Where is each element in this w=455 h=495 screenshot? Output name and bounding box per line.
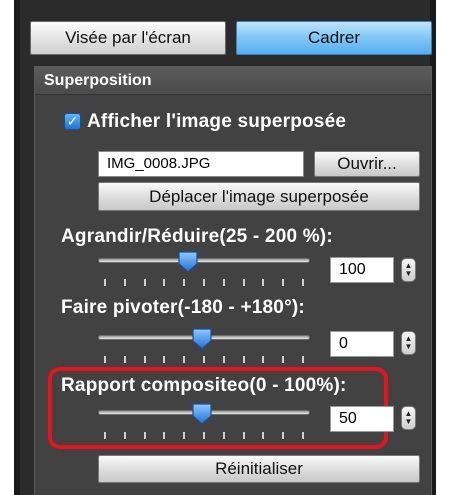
tick-mark: [222, 356, 225, 363]
tick-mark: [242, 432, 245, 439]
tick-mark: [143, 279, 146, 286]
scale-ticks: [104, 279, 304, 286]
checkmark-icon: ✓: [66, 113, 79, 129]
tick-mark: [282, 356, 285, 363]
tick-mark: [104, 279, 106, 286]
tick-mark: [123, 279, 126, 286]
tick-mark: [143, 356, 146, 363]
tick-mark: [262, 432, 265, 439]
composite-label: Rapport compositeo(0 - 100%):: [61, 375, 347, 396]
tick-mark: [302, 279, 304, 286]
tick-mark: [242, 279, 245, 286]
scale-value-input[interactable]: 100: [330, 257, 394, 283]
move-overlay-button[interactable]: Déplacer l'image superposée: [98, 182, 420, 211]
tick-mark: [262, 356, 265, 363]
tick-mark: [163, 356, 166, 363]
tick-mark: [104, 356, 106, 363]
rotate-ticks: [104, 356, 304, 363]
rotate-label: Faire pivoter(-180 - +180°):: [61, 297, 305, 318]
scale-label: Agrandir/Réduire(25 - 200 %):: [61, 226, 333, 247]
tick-mark: [163, 279, 166, 286]
panel-title: Superposition: [35, 67, 431, 95]
frame-button[interactable]: Cadrer: [236, 21, 432, 55]
composite-value-input[interactable]: 50: [330, 406, 394, 432]
reset-button[interactable]: Réinitialiser: [98, 455, 420, 483]
scale-slider-thumb[interactable]: [177, 250, 199, 274]
tick-mark: [222, 279, 225, 286]
scale-slider-track[interactable]: [98, 258, 310, 263]
tick-mark: [203, 356, 205, 363]
composite-slider-thumb[interactable]: [191, 402, 213, 426]
live-view-button[interactable]: Visée par l'écran: [30, 21, 226, 55]
tick-mark: [123, 356, 126, 363]
tick-mark: [183, 432, 186, 439]
tick-mark: [123, 432, 126, 439]
composite-ticks: [104, 432, 304, 439]
tick-mark: [242, 356, 245, 363]
tick-mark: [143, 432, 146, 439]
rotate-stepper[interactable]: ▲ ▼: [401, 331, 416, 355]
scale-stepper[interactable]: ▲ ▼: [401, 258, 416, 282]
tick-mark: [222, 432, 225, 439]
up-down-arrows-icon: ▲ ▼: [404, 334, 413, 351]
tick-mark: [183, 279, 186, 286]
tick-mark: [302, 356, 304, 363]
tick-mark: [282, 432, 285, 439]
up-down-arrows-icon: ▲ ▼: [404, 409, 413, 426]
rotate-slider-thumb[interactable]: [191, 327, 213, 351]
tick-mark: [163, 432, 166, 439]
overlay-file-field[interactable]: IMG_0008.JPG: [98, 151, 304, 177]
show-overlay-checkbox[interactable]: ✓: [64, 113, 81, 130]
tick-mark: [104, 432, 106, 439]
tick-mark: [203, 432, 205, 439]
composite-stepper[interactable]: ▲ ▼: [401, 406, 416, 430]
up-down-arrows-icon: ▲ ▼: [404, 261, 413, 278]
show-overlay-label: Afficher l'image superposée: [87, 111, 347, 132]
tick-mark: [262, 279, 265, 286]
tick-mark: [203, 279, 205, 286]
tick-mark: [183, 356, 186, 363]
rotate-value-input[interactable]: 0: [330, 331, 394, 357]
tick-mark: [282, 279, 285, 286]
open-button[interactable]: Ouvrir...: [314, 151, 420, 177]
tick-mark: [302, 432, 304, 439]
